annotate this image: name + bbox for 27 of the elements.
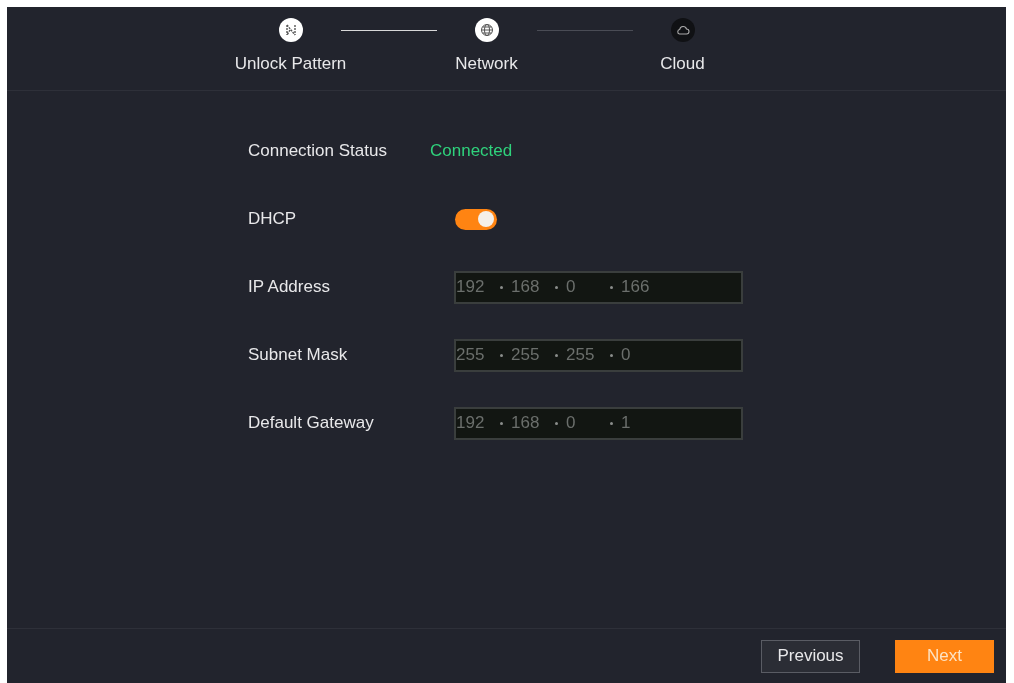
field-label: Default Gateway <box>248 412 375 435</box>
field-label: IP Address <box>248 276 331 299</box>
ip-octet-text: 255 <box>456 344 486 367</box>
ip-octet-text: 255 <box>511 344 541 367</box>
ip-input-field[interactable]: 255 255 255 0 <box>454 338 743 372</box>
field-label: Subnet Mask <box>248 344 349 367</box>
step-label: Network <box>455 53 518 75</box>
step-label: Cloud <box>660 53 705 75</box>
previous-button[interactable]: Previous <box>761 639 860 673</box>
next-button[interactable]: Next <box>895 639 994 673</box>
ip-octet-text: 0 <box>566 276 577 299</box>
ip-octet-text: 1 <box>621 412 632 435</box>
dhcp-toggle[interactable] <box>455 208 497 230</box>
ip-octet-text: 166 <box>621 276 651 299</box>
ip-octet-text: 0 <box>621 344 632 367</box>
ip-input-field[interactable]: 192 168 0 1 <box>454 406 743 440</box>
ip-octet-text: 192 <box>456 276 486 299</box>
dhcp-label: DHCP <box>248 208 298 231</box>
status-value: Connected <box>430 140 513 163</box>
ip-octet-text: 192 <box>456 412 486 435</box>
ip-octet-text: 168 <box>511 276 541 299</box>
step-label: Unlock Pattern <box>234 53 347 75</box>
ip-octet-text: 168 <box>511 412 541 435</box>
ip-octet-text: 255 <box>566 344 596 367</box>
ip-octet-text: 0 <box>566 412 577 435</box>
status-label: Connection Status <box>248 140 388 163</box>
ip-input-field[interactable]: 192 168 0 166 <box>454 270 743 304</box>
